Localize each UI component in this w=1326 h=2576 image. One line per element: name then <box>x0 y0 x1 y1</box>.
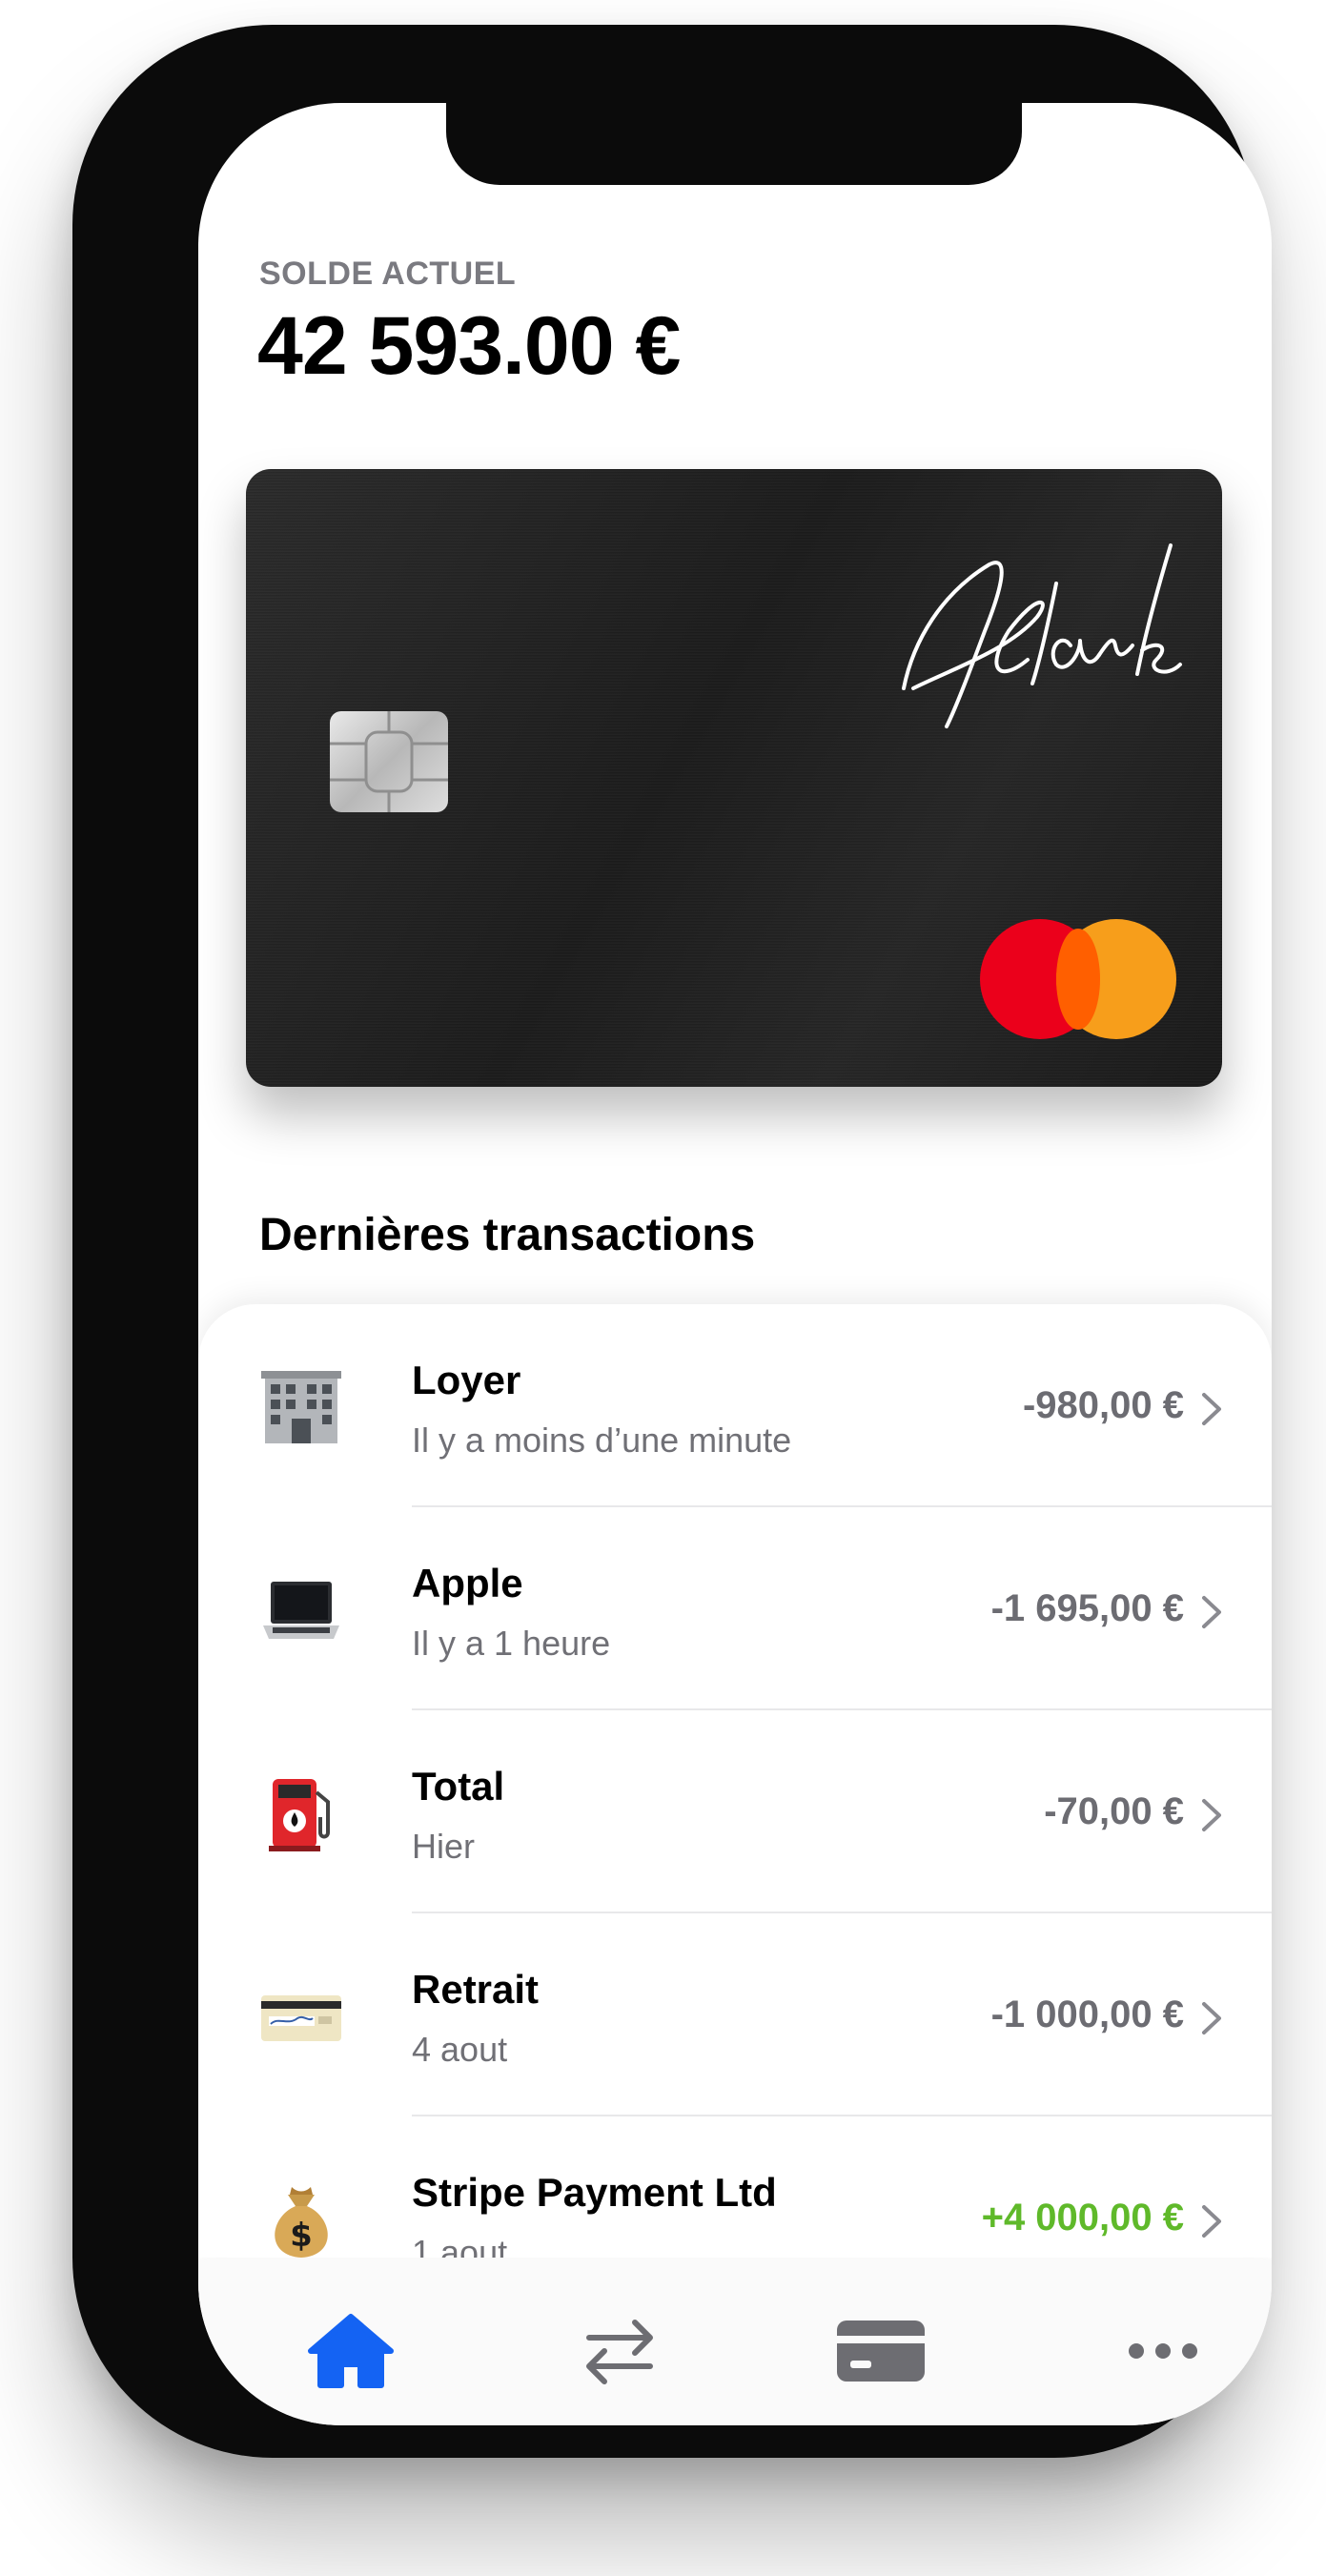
more-icon[interactable] <box>1115 2313 1211 2389</box>
transaction-time: Il y a moins d’une minute <box>412 1421 792 1460</box>
transaction-time: Hier <box>412 1827 476 1866</box>
chevron-right-icon <box>1202 1596 1221 1628</box>
tab-bar <box>198 2259 1272 2425</box>
transaction-amount: -1 000,00 € <box>990 1993 1184 2035</box>
card-icon[interactable] <box>833 2313 928 2389</box>
transaction-name: Total <box>412 1764 505 1809</box>
chevron-right-icon <box>1202 2002 1221 2034</box>
transaction-row[interactable]: Loyer Il y a moins d’une minute -980,00 … <box>198 1304 1272 1507</box>
fuel-pump-icon <box>269 1779 330 1851</box>
transaction-name: Apple <box>412 1561 523 1605</box>
transaction-row[interactable]: Retrait 4 aout -1 000,00 € <box>198 1913 1272 2116</box>
credit-card-icon <box>261 1995 341 2041</box>
phone-frame: SOLDE ACTUEL 42 593.00 € Dernières trans… <box>72 25 1272 2458</box>
money-bag-icon: $ <box>275 2187 328 2258</box>
transaction-name: Retrait <box>412 1967 540 2012</box>
chevron-right-icon <box>1202 2205 1221 2238</box>
chevron-right-icon <box>1202 1393 1221 1425</box>
transfer-icon[interactable] <box>572 2313 667 2389</box>
card-chip-icon <box>330 711 448 812</box>
bank-card[interactable] <box>246 469 1222 1087</box>
transaction-amount: +4 000,00 € <box>981 2197 1184 2239</box>
transaction-time: 4 aout <box>412 2030 508 2069</box>
transaction-name: Loyer <box>412 1358 521 1402</box>
phone-notch <box>446 103 1022 185</box>
transaction-row[interactable]: $ Stripe Payment Ltd 1 aout +4 000,00 € <box>198 2116 1272 2258</box>
svg-text:$: $ <box>290 2217 313 2255</box>
transaction-time: 1 aout <box>412 2233 508 2258</box>
chevron-right-icon <box>1202 1799 1221 1831</box>
phone-screen: SOLDE ACTUEL 42 593.00 € Dernières trans… <box>198 103 1272 2425</box>
transaction-time: Il y a 1 heure <box>412 1624 611 1663</box>
transaction-amount: -1 695,00 € <box>990 1587 1184 1629</box>
stage: SOLDE ACTUEL 42 593.00 € Dernières trans… <box>0 0 1326 2576</box>
transaction-name: Stripe Payment Ltd <box>412 2170 777 2215</box>
balance-value: 42 593.00 € <box>257 300 681 392</box>
mastercard-logo <box>980 919 1176 1039</box>
transaction-row[interactable]: Total Hier -70,00 € <box>198 1710 1272 1913</box>
transaction-row[interactable]: Apple Il y a 1 heure -1 695,00 € <box>198 1507 1272 1710</box>
transactions-list: Loyer Il y a moins d’une minute -980,00 … <box>198 1304 1272 2258</box>
transactions-title: Dernières transactions <box>259 1210 756 1260</box>
laptop-icon <box>263 1582 339 1639</box>
balance-label: SOLDE ACTUEL <box>259 256 517 292</box>
office-building-icon <box>261 1371 341 1443</box>
transaction-amount: -980,00 € <box>1022 1384 1184 1426</box>
card-brand-logo <box>902 543 1182 728</box>
home-icon[interactable] <box>303 2313 398 2389</box>
transaction-amount: -70,00 € <box>1044 1790 1184 1832</box>
